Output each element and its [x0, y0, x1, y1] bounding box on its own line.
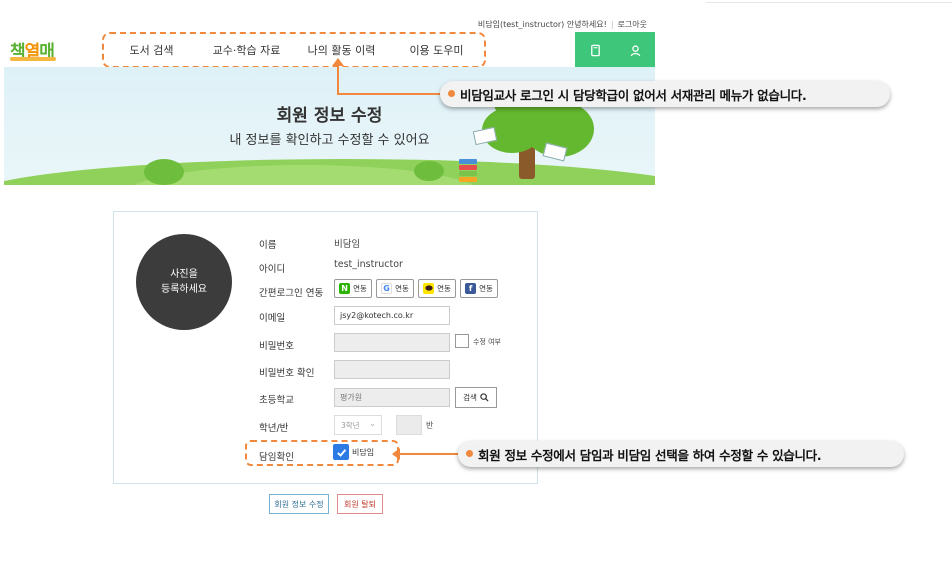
main-nav: 도서 검색 교수·학습 자료 나의 활동 이력 이용 도우미 — [102, 32, 486, 68]
check-icon — [336, 448, 346, 457]
school-search-button[interactable]: 검색 — [455, 387, 497, 408]
nav-my-activity[interactable]: 나의 활동 이력 — [294, 42, 389, 58]
homeroom-checkbox[interactable] — [333, 444, 349, 460]
profile-photo-upload[interactable]: 사진을 등록하세요 — [136, 234, 232, 330]
homeroom-option-label: 비담임 — [352, 448, 375, 457]
book-icon — [590, 44, 600, 56]
sns-label: 간편로그인 연동 — [259, 288, 324, 299]
homeroom-label: 담임확인 — [259, 452, 294, 463]
kakao-icon — [423, 283, 435, 294]
facebook-link-button[interactable]: f 연동 — [460, 279, 498, 298]
book-stack-illustration — [459, 159, 477, 183]
callout-arrow — [392, 448, 458, 460]
logo-underline — [10, 57, 56, 61]
id-label: 아이디 — [259, 264, 286, 275]
naver-link-button[interactable]: N 연동 — [334, 279, 372, 298]
sns-buttons: N 연동 G 연동 연동 f 연동 — [334, 279, 498, 298]
google-icon: G — [381, 283, 393, 294]
library-button[interactable] — [575, 32, 615, 68]
callout-arrow — [332, 58, 344, 95]
class-unit-label: 반 — [426, 421, 434, 430]
withdraw-button[interactable]: 회원 탈퇴 — [337, 494, 383, 514]
password-edit-checkbox[interactable] — [455, 334, 469, 348]
email-input[interactable]: jsy2@kotech.co.kr — [334, 306, 450, 325]
grade-select[interactable]: 3학년 ⌄ — [334, 415, 382, 435]
banner-subtitle: 내 정보를 확인하고 수정할 수 있어요 — [229, 133, 430, 148]
chevron-down-icon: ⌄ — [369, 419, 376, 428]
user-greeting: 비담임(test_instructor) 안녕하세요! — [477, 20, 607, 29]
kakao-link-button[interactable]: 연동 — [418, 279, 456, 298]
callout-connector — [337, 93, 441, 95]
school-input[interactable]: 평가원 — [334, 388, 450, 407]
password-edit-label: 수정 여부 — [473, 338, 501, 346]
facebook-icon: f — [465, 283, 477, 294]
class-number-input[interactable] — [396, 415, 422, 435]
password-confirm-input[interactable] — [334, 360, 450, 379]
password-input[interactable] — [334, 333, 450, 352]
search-icon — [480, 393, 489, 402]
homeroom-note-callout: 회원 정보 수정에서 담임과 비담임 선택을 하여 수정할 수 있습니다. — [458, 441, 904, 467]
top-divider — [706, 2, 952, 3]
naver-icon: N — [339, 283, 351, 294]
logout-link[interactable]: 로그아웃 — [618, 19, 647, 30]
mypage-button[interactable] — [615, 32, 655, 68]
grade-label: 학년/반 — [259, 423, 289, 434]
user-icon — [630, 44, 640, 56]
menu-note-callout: 비담임교사 로그인 시 담당학급이 없어서 서재관리 메뉴가 없습니다. — [440, 81, 890, 107]
save-profile-button[interactable]: 회원 정보 수정 — [269, 494, 329, 514]
name-label: 이름 — [259, 240, 277, 251]
utility-bar: 비담임(test_instructor) 안녕하세요! | 로그아웃 — [477, 19, 647, 30]
name-value: 비담임 — [334, 239, 361, 250]
nav-teaching-materials[interactable]: 교수·학습 자료 — [199, 42, 294, 58]
school-label: 초등학교 — [259, 395, 294, 406]
email-label: 이메일 — [259, 313, 286, 324]
password-confirm-label: 비밀번호 확인 — [259, 368, 315, 379]
id-value: test_instructor — [334, 259, 403, 270]
nav-help[interactable]: 이용 도우미 — [389, 42, 484, 58]
password-label: 비밀번호 — [259, 341, 294, 352]
google-link-button[interactable]: G 연동 — [376, 279, 414, 298]
nav-book-search[interactable]: 도서 검색 — [104, 42, 199, 58]
